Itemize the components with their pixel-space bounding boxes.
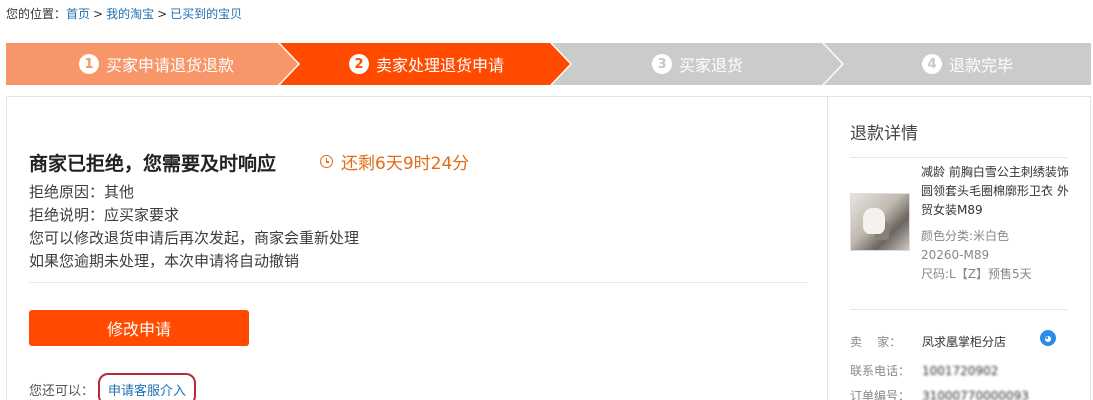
divider [850,309,1068,310]
product-size: 尺码:L【Z】预售5天 [921,267,1032,281]
breadcrumb-home-link[interactable]: 首页 [66,7,90,21]
divider [29,282,807,283]
breadcrumb-separator: > [93,7,104,21]
phone-row: 联系电话： 1001720902 [850,362,998,379]
step-3: 3 买家退货 [652,43,743,85]
breadcrumb-bought-items-link[interactable]: 已买到的宝贝 [170,7,242,21]
refund-details-panel: 退款详情 减龄 前胸白雪公主刺绣装饰 圆领套头毛圈棉廓形卫衣 外贸女装M89 颜… [827,96,1091,400]
progress-steps: 1 买家申请退货退款 2 卖家处理退货申请 3 买家退货 4 退款完毕 [6,43,1091,85]
order-number: 31000770000093 [922,389,1029,400]
step-3-number: 3 [652,54,672,74]
refund-details-title: 退款详情 [850,124,918,144]
phone-key: 联系电话： [850,364,911,378]
step-4: 4 退款完毕 [922,43,1013,85]
refund-status-panel: 商家已拒绝，您需要及时响应 还剩6天9时24分 拒绝原因：其他 拒绝说明：应买家… [6,96,828,400]
product-attributes: 颜色分类:米白色 20260-M89 尺码:L【Z】预售5天 [921,227,1032,284]
product-color: 颜色分类:米白色 [921,229,1010,243]
countdown-text: 还剩6天9时24分 [341,154,470,174]
step-2-number: 2 [349,54,369,74]
clock-icon [320,155,333,168]
auto-cancel-hint: 如果您逾期未处理，本次申请将自动撤销 [29,252,300,270]
chat-icon[interactable]: ◕ [1040,330,1056,346]
breadcrumb-prefix: 您的位置： [6,7,67,21]
reject-explanation: 拒绝说明：应买家要求 [29,206,180,224]
phone-value: 1001720902 [922,364,999,378]
status-title: 商家已拒绝，您需要及时响应 [29,153,277,175]
product-thumbnail[interactable] [850,193,910,251]
product-sku: 20260-M89 [921,248,990,262]
breadcrumb-my-taobao-link[interactable]: 我的淘宝 [106,7,154,21]
step-1-label: 买家申请退货退款 [106,56,235,75]
step-4-number: 4 [922,54,942,74]
step-4-label: 退款完毕 [949,56,1014,75]
request-customer-service-link[interactable]: 申请客服介入 [98,373,197,400]
step-1-number: 1 [79,54,99,74]
also-options: 您还可以： 申请客服介入 [29,373,197,400]
order-row: 订单编号： 31000770000093 [850,387,1029,400]
countdown: 还剩6天9时24分 [320,149,469,174]
resubmit-hint: 您可以修改退货申请后再次发起，商家会重新处理 [29,229,360,247]
breadcrumb-separator: > [157,7,168,21]
seller-key: 卖 家： [850,335,902,349]
step-1: 1 买家申请退货退款 [79,43,234,85]
seller-row: 卖 家： 凤求凰掌柜分店 [850,333,1006,350]
modify-request-button[interactable]: 修改申请 [29,310,249,346]
reject-reason: 拒绝原因：其他 [29,183,135,201]
step-2: 2 卖家处理退货申请 [349,43,504,85]
seller-name[interactable]: 凤求凰掌柜分店 [922,335,1006,349]
step-3-label: 买家退货 [679,56,744,75]
also-label: 您还可以： [29,384,95,399]
divider [850,157,1068,158]
order-key: 订单编号： [850,389,911,400]
breadcrumb: 您的位置：首页 > 我的淘宝 > 已买到的宝贝 [6,5,242,22]
step-2-label: 卖家处理退货申请 [376,56,505,75]
product-name[interactable]: 减龄 前胸白雪公主刺绣装饰 圆领套头毛圈棉廓形卫衣 外贸女装M89 [921,163,1071,220]
status-details: 拒绝原因：其他 拒绝说明：应买家要求 您可以修改退货申请后再次发起，商家会重新处… [29,181,359,273]
